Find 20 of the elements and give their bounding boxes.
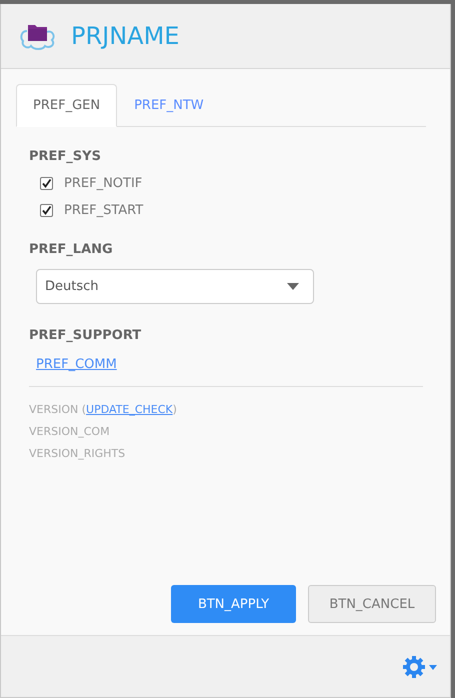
section-heading: PREF_LANG: [29, 242, 114, 257]
checkbox-label: PREF_NOTIF: [64, 176, 142, 191]
version-text: VERSION (UPDATE_CHECK): [29, 402, 178, 418]
app-title: PRJNAME: [71, 22, 180, 50]
checkbox[interactable]: [40, 204, 53, 217]
version-text: VERSION_COM: [29, 424, 111, 440]
version-text: VERSION_RIGHTS: [29, 446, 126, 462]
settings-icon[interactable]: [402, 654, 438, 678]
cancel-button[interactable]: BTN_CANCEL: [308, 585, 436, 623]
update-check-link[interactable]: UPDATE_CHECK: [86, 403, 173, 416]
checkbox-label: PREF_START: [64, 203, 144, 218]
section-heading: PREF_SYS: [29, 149, 102, 164]
checkbox[interactable]: [40, 177, 53, 190]
tab[interactable]: PREF_NTW: [117, 84, 221, 127]
language-dropdown[interactable]: Deutsch: [36, 269, 314, 304]
section-heading: PREF_SUPPORT: [29, 328, 142, 343]
caret-icon: [287, 283, 299, 290]
tab[interactable]: PREF_GEN: [16, 84, 118, 127]
support-link[interactable]: PREF_COMM: [36, 357, 117, 372]
apply-button[interactable]: BTN_APPLY: [171, 585, 296, 623]
